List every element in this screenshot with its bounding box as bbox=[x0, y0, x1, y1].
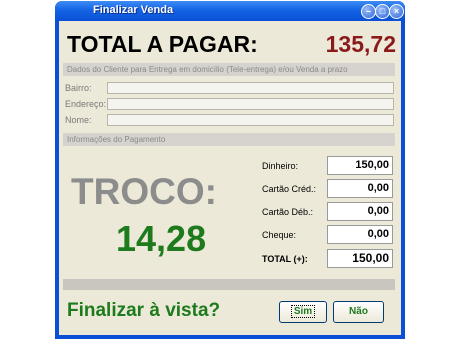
cartao-credito-field[interactable]: 0,00 bbox=[327, 179, 393, 198]
nome-field[interactable] bbox=[107, 114, 394, 126]
window-client-area: TOTAL A PAGAR: 135,72 Dados do Cliente p… bbox=[59, 21, 401, 335]
finalizar-venda-window: Finalizar Venda – □ × TOTAL A PAGAR: 135… bbox=[55, 1, 405, 339]
payment-section-heading: Informações do Pagamento bbox=[63, 133, 395, 146]
cartao-debito-label: Cartão Déb.: bbox=[262, 207, 314, 217]
dinheiro-label: Dinheiro: bbox=[262, 161, 299, 171]
nao-button[interactable]: Não bbox=[333, 301, 384, 323]
bairro-field[interactable] bbox=[107, 82, 394, 94]
cartao-debito-field[interactable]: 0,00 bbox=[327, 202, 393, 221]
endereco-label: Endereço: bbox=[65, 99, 107, 109]
troco-value: 14,28 bbox=[116, 218, 207, 259]
sim-button[interactable]: Sim bbox=[279, 301, 327, 323]
maximize-icon[interactable]: □ bbox=[375, 4, 390, 19]
sim-button-label: Sim bbox=[290, 305, 316, 318]
finalize-question: Finalizar à vista? bbox=[67, 300, 221, 321]
dinheiro-field[interactable]: 150,00 bbox=[327, 156, 393, 175]
close-icon[interactable]: × bbox=[389, 4, 404, 19]
minimize-icon[interactable]: – bbox=[361, 4, 376, 19]
title-bar[interactable]: Finalizar Venda – □ × bbox=[55, 1, 405, 21]
bairro-label: Bairro: bbox=[65, 83, 92, 93]
window-title: Finalizar Venda bbox=[93, 4, 174, 16]
cheque-field[interactable]: 0,00 bbox=[327, 225, 393, 244]
total-label: TOTAL A PAGAR: bbox=[67, 31, 258, 57]
cheque-label: Cheque: bbox=[262, 230, 297, 240]
nome-label: Nome: bbox=[65, 115, 92, 125]
client-section-heading: Dados do Cliente para Entrega em domicíl… bbox=[63, 63, 395, 76]
status-strip bbox=[63, 279, 395, 290]
troco-label: TROCO: bbox=[71, 171, 217, 212]
total-value: 135,72 bbox=[325, 31, 396, 57]
cartao-credito-label: Cartão Créd.: bbox=[262, 184, 317, 194]
total-pago-value: 150,00 bbox=[327, 249, 393, 268]
endereco-field[interactable] bbox=[107, 98, 394, 110]
total-pago-label: TOTAL (+): bbox=[262, 254, 308, 264]
